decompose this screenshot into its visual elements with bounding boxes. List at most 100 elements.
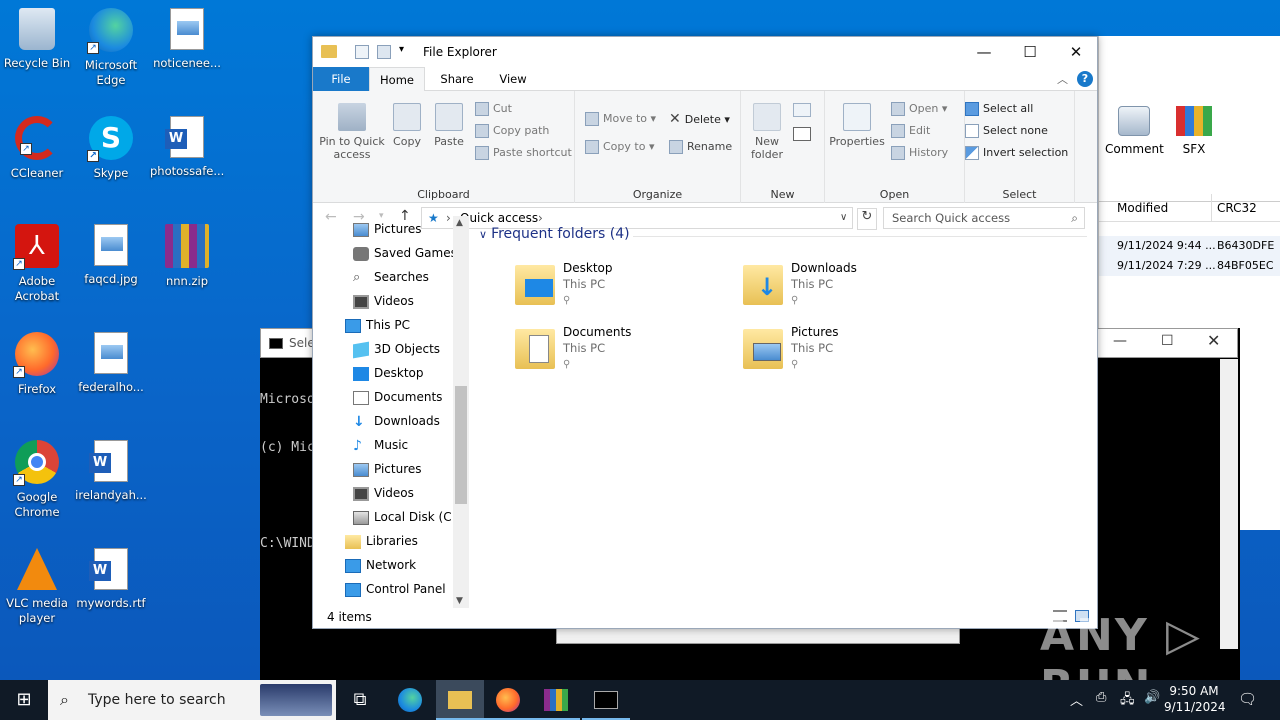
nav-item-downloads[interactable]: ↓ Downloads (353, 410, 440, 432)
minimize-icon[interactable]: — (1113, 333, 1127, 349)
scroll-down-icon[interactable]: ▼ (456, 596, 463, 606)
folder-icon (448, 691, 472, 709)
easy-access-icon[interactable] (793, 127, 811, 141)
close-icon[interactable]: ✕ (1207, 331, 1220, 350)
desktop-icon-jpg[interactable]: faqcd.jpg (74, 224, 148, 287)
desktop-icon-zip[interactable]: nnn.zip (150, 224, 224, 289)
nav-item-videos[interactable]: Videos (353, 290, 414, 312)
nav-item-saved-games[interactable]: Saved Games (353, 242, 457, 264)
taskbar-winrar[interactable] (532, 680, 580, 720)
desktop-icon-acrobat[interactable]: ⅄ ↗ Adobe Acrobat (0, 224, 74, 304)
nav-item-pictures[interactable]: Pictures (353, 458, 422, 480)
taskbar-search-box[interactable]: ⌕ Type here to search (48, 680, 336, 720)
rename-button[interactable]: Rename (669, 137, 732, 157)
nav-item-documents[interactable]: Documents (353, 386, 442, 408)
desktop-icon-file[interactable]: federalho... (74, 332, 148, 395)
tab-view[interactable]: View (485, 67, 541, 91)
delete-button[interactable]: ✕ Delete ▾ (669, 109, 730, 129)
folder-tile-desktop[interactable]: Desktop This PC ⚲ (515, 261, 715, 317)
new-folder-button[interactable]: New folder (747, 103, 787, 161)
open-button[interactable]: Open ▾ (891, 99, 947, 119)
nav-item-desktop[interactable]: Desktop (353, 362, 424, 384)
start-button[interactable]: ⊞ (0, 680, 48, 720)
properties-button[interactable]: Properties (829, 103, 885, 148)
tab-home[interactable]: Home (369, 67, 425, 92)
minimize-button[interactable]: — (961, 37, 1007, 67)
new-folder-quick-icon[interactable] (377, 45, 391, 59)
desktop-icon-word-doc[interactable]: W photossafe... (150, 116, 224, 179)
nav-item-music[interactable]: ♪ Music (353, 434, 408, 456)
explorer-title-bar[interactable]: ▾ File Explorer — ☐ ✕ (313, 37, 1097, 67)
table-row[interactable]: 9/11/2024 9:44 ... B6430DFE (1099, 236, 1280, 256)
usb-icon[interactable]: ⎙ (1096, 690, 1106, 705)
invert-selection-button[interactable]: Invert selection (965, 143, 1068, 163)
nav-item-local-disk[interactable]: Local Disk (C:) (353, 506, 460, 528)
volume-icon[interactable]: 🔊 (1144, 690, 1160, 705)
nav-item-searches[interactable]: ⌕ Searches (353, 266, 429, 288)
taskbar-firefox[interactable] (484, 680, 532, 720)
network-icon[interactable]: 🖧 (1120, 690, 1135, 712)
desktop-icon-ccleaner[interactable]: ↗ CCleaner (0, 116, 74, 181)
quick-access-toolbar-dropdown-icon[interactable]: ▾ (399, 44, 404, 55)
nav-item-network[interactable]: Network (345, 554, 416, 576)
chevron-up-icon[interactable]: ︿ (1057, 71, 1068, 87)
desktop-icon-word-doc[interactable]: W irelandyah... (74, 440, 148, 503)
desktop-icon-firefox[interactable]: ↗ Firefox (0, 332, 74, 397)
tab-share[interactable]: Share (429, 67, 485, 91)
cmd-scrollbar[interactable] (1220, 359, 1238, 649)
file-explorer-window[interactable]: ▾ File Explorer — ☐ ✕ File Home Share Vi… (312, 36, 1098, 629)
paste-shortcut-button[interactable]: Paste shortcut (475, 143, 572, 163)
crc-column[interactable]: CRC32 (1217, 194, 1257, 222)
scroll-up-icon[interactable]: ▲ (456, 218, 463, 228)
nav-item-control-panel[interactable]: Control Panel (345, 578, 446, 600)
nav-item-videos[interactable]: Videos (353, 482, 414, 504)
table-row[interactable]: 9/11/2024 7:29 ... 84BF05EC (1099, 256, 1280, 276)
desktop-icon-file[interactable]: noticenee... (150, 8, 224, 71)
sfx-button[interactable]: SFX (1165, 106, 1223, 156)
move-to-button[interactable]: Move to ▾ (585, 109, 656, 129)
select-none-button[interactable]: Select none (965, 121, 1048, 141)
desktop-icon-skype[interactable]: S ↗ Skype (74, 116, 148, 181)
nav-scrollbar[interactable]: ▲ ▼ (453, 216, 469, 608)
modified-column[interactable]: Modified (1117, 194, 1168, 222)
new-group-label: New (770, 188, 795, 201)
properties-quick-icon[interactable] (355, 45, 369, 59)
maximize-icon[interactable]: ☐ (1161, 333, 1174, 349)
nav-item-this-pc[interactable]: This PC (345, 314, 410, 336)
copy-button[interactable]: Copy (389, 103, 425, 148)
taskbar-file-explorer[interactable] (436, 680, 484, 720)
history-button[interactable]: History (891, 143, 948, 163)
system-clock[interactable]: 9:50 AM 9/11/2024 (1164, 683, 1226, 715)
cut-button[interactable]: Cut (475, 99, 512, 119)
comment-button[interactable]: Comment (1105, 106, 1164, 156)
edit-button[interactable]: Edit (891, 121, 930, 141)
tab-file[interactable]: File (313, 67, 369, 91)
frequent-folders-header[interactable]: ∨ Frequent folders (4) (479, 226, 630, 242)
desktop-icon-chrome[interactable]: ↗ Google Chrome (0, 440, 74, 520)
desktop-icon-recycle-bin[interactable]: Recycle Bin (0, 8, 74, 71)
nav-item-libraries[interactable]: Libraries (345, 530, 418, 552)
chevron-up-icon[interactable]: ︿ (1070, 690, 1083, 709)
desktop-icon-edge[interactable]: ↗ Microsoft Edge (74, 8, 148, 88)
folder-tile-documents[interactable]: Documents This PC ⚲ (515, 325, 715, 381)
scroll-thumb[interactable] (455, 386, 467, 504)
desktop-icon-vlc[interactable]: VLC media player (0, 548, 74, 626)
nav-item-pictures[interactable]: Pictures (353, 218, 422, 240)
task-view-button[interactable]: ⧉ (336, 680, 384, 720)
copy-to-button[interactable]: Copy to ▾ (585, 137, 654, 157)
taskbar-edge[interactable] (386, 680, 434, 720)
select-all-button[interactable]: Select all (965, 99, 1033, 119)
folder-tile-pictures[interactable]: Pictures This PC ⚲ (743, 325, 943, 381)
pin-to-quick-access-button[interactable]: Pin to Quick access (317, 103, 387, 161)
maximize-button[interactable]: ☐ (1007, 37, 1053, 67)
paste-button[interactable]: Paste (429, 103, 469, 148)
copy-path-button[interactable]: Copy path (475, 121, 549, 141)
folder-tile-downloads[interactable]: ↓ Downloads This PC ⚲ (743, 261, 943, 317)
help-icon[interactable]: ? (1077, 71, 1093, 87)
desktop-icon-rtf[interactable]: W mywords.rtf (74, 548, 148, 611)
nav-item-3d-objects[interactable]: 3D Objects (353, 338, 440, 360)
notification-icon[interactable]: 🗨 (1238, 690, 1257, 708)
close-button[interactable]: ✕ (1053, 37, 1099, 67)
new-item-icon[interactable] (793, 103, 811, 117)
taskbar-cmd[interactable] (582, 680, 630, 720)
